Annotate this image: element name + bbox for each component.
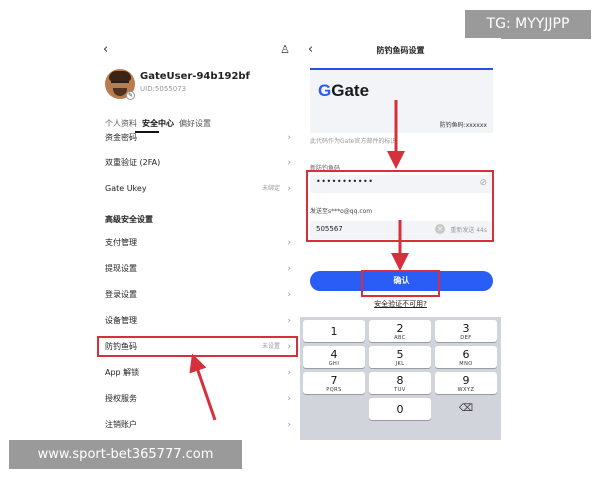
- menu-payment-management[interactable]: 支付管理 ›: [98, 230, 298, 256]
- menu-label: 提现设置: [105, 264, 137, 273]
- chevron-right-icon: ›: [287, 316, 291, 326]
- gate-logo: GGate: [318, 81, 370, 100]
- chevron-right-icon: ›: [287, 184, 291, 194]
- menu-device-management[interactable]: 设备管理 ›: [98, 308, 298, 334]
- key-2[interactable]: 2 ABC: [369, 320, 431, 342]
- back-icon[interactable]: ‹: [103, 42, 108, 57]
- menu-gate-ukey[interactable]: Gate Ukey 未绑定 ›: [98, 176, 298, 202]
- numeric-keypad: 1 2 ABC 3 DEF 4 GHI 5 JKL 6 MNO 7 PQRS 8 TUV 9W…: [300, 317, 501, 440]
- key-6[interactable]: 6 MNO: [435, 346, 497, 368]
- telegram-badge: TG: MYYJJPP: [465, 10, 591, 39]
- phishing-code-preview: 防钓鱼码:xxxxxx: [439, 122, 487, 129]
- key-7[interactable]: 7 PQRS: [303, 372, 365, 394]
- chevron-right-icon: ›: [287, 238, 291, 248]
- user-uid: UID:5055073: [140, 85, 187, 93]
- chevron-right-icon: ›: [287, 394, 291, 404]
- chevron-right-icon: ›: [287, 133, 291, 143]
- key-8[interactable]: 8 TUV: [369, 372, 431, 394]
- page-title: 防钓鱼码设置: [376, 46, 425, 55]
- key-4[interactable]: 4 GHI: [303, 346, 365, 368]
- chevron-right-icon: ›: [287, 290, 291, 300]
- menu-label: Gate Ukey: [105, 184, 147, 193]
- menu-login-settings[interactable]: 登录设置 ›: [98, 282, 298, 308]
- section-header-advanced: 高级安全设置: [105, 215, 153, 224]
- verification-unavailable-link[interactable]: 安全验证不可用?: [300, 299, 501, 309]
- key-3[interactable]: 3 DEF: [435, 320, 497, 342]
- edit-icon[interactable]: ✎: [126, 91, 135, 100]
- menu-label: 设备管理: [105, 316, 137, 325]
- menu-label: 登录设置: [105, 290, 137, 299]
- highlight-box-anti-phishing: [97, 336, 298, 357]
- menu-label: 授权服务: [105, 394, 137, 403]
- chevron-right-icon: ›: [287, 368, 291, 378]
- highlight-box-inputs: [306, 170, 494, 242]
- user-settings-icon[interactable]: ♙: [280, 43, 290, 56]
- key-5[interactable]: 5 JKL: [369, 346, 431, 368]
- username: GateUser-94b192bf: [140, 71, 250, 82]
- email-preview-card: GGate 防钓鱼码:xxxxxx: [310, 68, 493, 133]
- menu-authorization-service[interactable]: 授权服务 ›: [98, 386, 298, 412]
- menu-label: 支付管理: [105, 238, 137, 247]
- status-text: 未绑定: [261, 185, 280, 192]
- backspace-icon[interactable]: ⌫: [435, 398, 497, 420]
- key-9[interactable]: 9 WXYZ: [435, 372, 497, 394]
- menu-2fa[interactable]: 双重验证 (2FA) ›: [98, 150, 298, 176]
- menu-app-unlock[interactable]: App 解锁 ›: [98, 360, 298, 386]
- info-note: 此代码作为Gate官方邮件的标识: [310, 138, 397, 145]
- chevron-right-icon: ›: [287, 264, 291, 274]
- menu-cancel-account[interactable]: 注销账户 ›: [98, 412, 298, 438]
- menu-label: 注销账户: [105, 420, 137, 429]
- key-0[interactable]: 0: [369, 398, 431, 420]
- website-watermark: www.sport-bet365777.com: [9, 440, 242, 469]
- menu-label: 资金密码: [105, 133, 137, 142]
- security-center-screen: ‹ ♙ ✎ GateUser-94b192bf UID:5055073 个人资料…: [98, 38, 298, 442]
- menu-withdraw-settings[interactable]: 提现设置 ›: [98, 256, 298, 282]
- highlight-box-confirm: [361, 270, 440, 297]
- chevron-right-icon: ›: [287, 158, 291, 168]
- menu-funds-password[interactable]: 资金密码 ›: [98, 125, 298, 151]
- key-1[interactable]: 1: [303, 320, 365, 342]
- top-bar: ‹ ♙: [98, 38, 298, 62]
- chevron-right-icon: ›: [287, 420, 291, 430]
- menu-label: App 解锁: [105, 368, 140, 377]
- menu-label: 双重验证 (2FA): [105, 158, 161, 167]
